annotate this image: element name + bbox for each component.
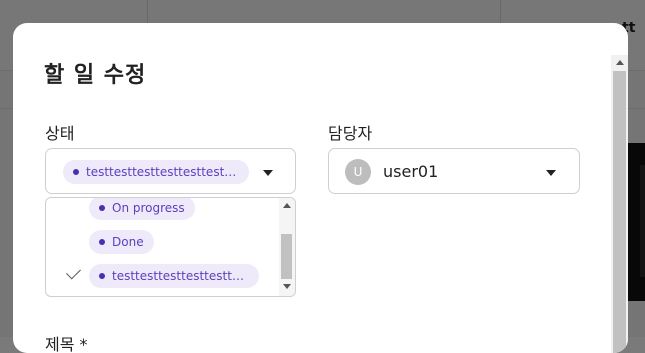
status-select[interactable]: testtesttesttesttesttesttest… [45,148,296,194]
assignee-select[interactable]: U user01 [328,148,580,194]
status-option-chip: Done [89,230,154,254]
status-dot-icon [99,205,105,211]
dropdown-scrollbar[interactable] [279,198,295,296]
modal-scroll-thumb[interactable] [613,71,626,353]
scroll-up-arrow-icon[interactable] [283,203,291,208]
status-option-selected[interactable]: testtesttesttesttesttestt… [46,260,279,294]
status-option-on-progress[interactable]: On progress [46,198,279,226]
status-label: 상태 [45,124,75,143]
status-dropdown-list: On progress Done testtesttesttesttesttes… [45,197,296,297]
user-avatar: U [345,159,371,185]
status-selected-text: testtesttesttesttesttesttest… [86,165,239,179]
status-selected-chip: testtesttesttesttesttesttest… [63,160,249,184]
status-option-label: testtesttesttesttesttestt… [112,269,249,283]
check-icon [66,264,81,280]
scroll-up-arrow-icon[interactable] [616,60,624,65]
status-caret-down-icon[interactable] [263,170,273,176]
status-dot-icon [99,273,105,279]
status-option-chip: testtesttesttesttesttestt… [89,264,259,288]
modal-scrollbar[interactable] [611,55,628,353]
assignee-caret-down-icon[interactable] [546,170,556,176]
dropdown-scroll-thumb[interactable] [281,234,292,279]
edit-todo-modal: 할 일 수정 상태 testtesttesttesttesttesttest… … [13,23,628,353]
status-option-chip: On progress [89,198,195,220]
status-option-done[interactable]: Done [46,226,279,260]
scroll-down-arrow-icon[interactable] [283,284,291,289]
status-dot-icon [99,239,105,245]
status-dot-icon [73,169,79,175]
assignee-label: 담당자 [328,124,373,143]
modal-title: 할 일 수정 [44,63,147,88]
status-option-label: On progress [112,201,185,215]
assignee-value: user01 [383,162,439,181]
title-field-label: 제목 * [45,335,88,353]
status-option-label: Done [112,235,144,249]
